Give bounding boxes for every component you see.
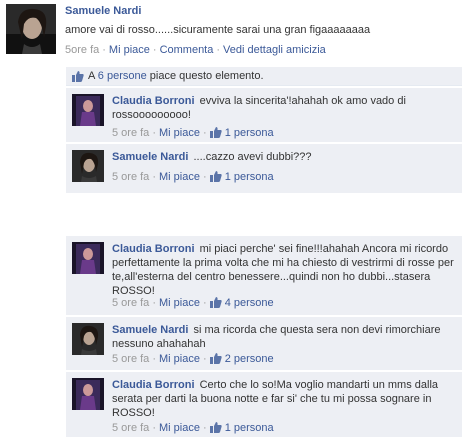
comment: Samuele Nardi si ma ricorda che questa s… bbox=[66, 317, 462, 371]
comment-likes-count[interactable]: 1 persona bbox=[225, 171, 274, 183]
comment-meta: 5 ore fa · Mi piace · 1 persona bbox=[112, 171, 274, 183]
comment: Claudia Borroni Certo che lo so!Ma vogli… bbox=[66, 372, 462, 438]
comment-body: Claudia Borroni mi piaci perche' sei fin… bbox=[112, 242, 454, 298]
author-avatar[interactable] bbox=[6, 4, 56, 54]
separator: · bbox=[202, 127, 207, 139]
separator: · bbox=[202, 297, 207, 309]
separator: · bbox=[202, 353, 207, 365]
comment-meta: 5 ore fa · Mi piace · 4 persone bbox=[112, 297, 274, 309]
comment-like-link[interactable]: Mi piace bbox=[159, 171, 200, 183]
comment-likes-count[interactable]: 2 persone bbox=[225, 353, 274, 365]
thumbs-up-icon bbox=[209, 171, 222, 182]
comment-likes-count[interactable]: 1 persona bbox=[225, 127, 274, 139]
likes-suffix: piace questo elemento. bbox=[146, 70, 264, 82]
thumbs-up-icon bbox=[209, 422, 222, 433]
separator: · bbox=[152, 297, 156, 309]
post-author[interactable]: Samuele Nardi bbox=[65, 5, 141, 17]
post-comment-link[interactable]: Commenta bbox=[160, 44, 214, 56]
separator: · bbox=[152, 127, 156, 139]
comment-author[interactable]: Claudia Borroni bbox=[112, 95, 195, 107]
comment-author[interactable]: Claudia Borroni bbox=[112, 379, 195, 391]
likes-count-link[interactable]: 6 persone bbox=[98, 70, 147, 82]
comment-body: Samuele Nardi si ma ricorda che questa s… bbox=[112, 323, 454, 351]
comment-author[interactable]: Samuele Nardi bbox=[112, 324, 188, 336]
commenter-avatar[interactable] bbox=[72, 242, 104, 274]
comment-meta: 5 ore fa · Mi piace · 2 persone bbox=[112, 353, 274, 365]
comment-likes-count[interactable]: 4 persone bbox=[225, 297, 274, 309]
separator: · bbox=[152, 171, 156, 183]
separator: · bbox=[216, 44, 221, 56]
commenter-avatar[interactable] bbox=[72, 150, 104, 182]
post-meta: 5ore fa · Mi piace · Commenta · Vedi dettagli … bbox=[65, 44, 326, 56]
separator: · bbox=[102, 44, 106, 56]
comment: Claudia Borroni mi piaci perche' sei fin… bbox=[66, 236, 462, 316]
separator: · bbox=[202, 422, 207, 434]
comment-time: 5 ore fa bbox=[112, 353, 150, 365]
comment-time: 5 ore fa bbox=[112, 422, 150, 434]
comment-author[interactable]: Claudia Borroni bbox=[112, 243, 195, 255]
comment-body: Samuele Nardi ....cazzo avevi dubbi??? bbox=[112, 150, 454, 164]
comment-time: 5 ore fa bbox=[112, 127, 150, 139]
comment-meta: 5 ore fa · Mi piace · 1 persona bbox=[112, 127, 274, 139]
comment: Claudia Borroni evviva la sincerita'!aha… bbox=[66, 88, 462, 143]
likes-summary: A 6 persone piace questo elemento. bbox=[66, 67, 462, 86]
comment-likes-count[interactable]: 1 persona bbox=[225, 422, 274, 434]
separator: · bbox=[152, 44, 157, 56]
separator: · bbox=[152, 353, 156, 365]
comment: Samuele Nardi ....cazzo avevi dubbi??? 5… bbox=[66, 144, 462, 194]
post-message: amore vai di rosso......sicuramente sara… bbox=[65, 24, 371, 36]
thumbs-up-icon bbox=[72, 71, 84, 82]
post-time: 5ore fa bbox=[65, 44, 100, 56]
commenter-avatar[interactable] bbox=[72, 94, 104, 126]
commenter-avatar[interactable] bbox=[72, 378, 104, 410]
friendship-details-link[interactable]: Vedi dettagli amicizia bbox=[223, 44, 326, 56]
comment-text: ....cazzo avevi dubbi??? bbox=[193, 151, 312, 163]
post: Samuele Nardi amore vai di rosso......si… bbox=[0, 0, 469, 62]
comment-body: Claudia Borroni evviva la sincerita'!aha… bbox=[112, 94, 454, 122]
thumbs-up-icon bbox=[209, 353, 222, 364]
comment-like-link[interactable]: Mi piace bbox=[159, 297, 200, 309]
comment-meta: 5 ore fa · Mi piace · 1 persona bbox=[112, 422, 274, 434]
thumbs-up-icon bbox=[209, 297, 222, 308]
thumbs-up-icon bbox=[209, 127, 222, 138]
separator: · bbox=[152, 422, 156, 434]
post-like-link[interactable]: Mi piace bbox=[109, 44, 150, 56]
likes-text: A 6 persone piace questo elemento. bbox=[88, 70, 264, 82]
comment-author[interactable]: Samuele Nardi bbox=[112, 151, 188, 163]
comment-like-link[interactable]: Mi piace bbox=[159, 127, 200, 139]
comment-time: 5 ore fa bbox=[112, 171, 150, 183]
comment-body: Claudia Borroni Certo che lo so!Ma vogli… bbox=[112, 378, 454, 420]
likes-prefix: A bbox=[88, 70, 98, 82]
separator: · bbox=[202, 171, 207, 183]
comment-like-link[interactable]: Mi piace bbox=[159, 422, 200, 434]
commenter-avatar[interactable] bbox=[72, 323, 104, 355]
comment-like-link[interactable]: Mi piace bbox=[159, 353, 200, 365]
comment-time: 5 ore fa bbox=[112, 297, 150, 309]
